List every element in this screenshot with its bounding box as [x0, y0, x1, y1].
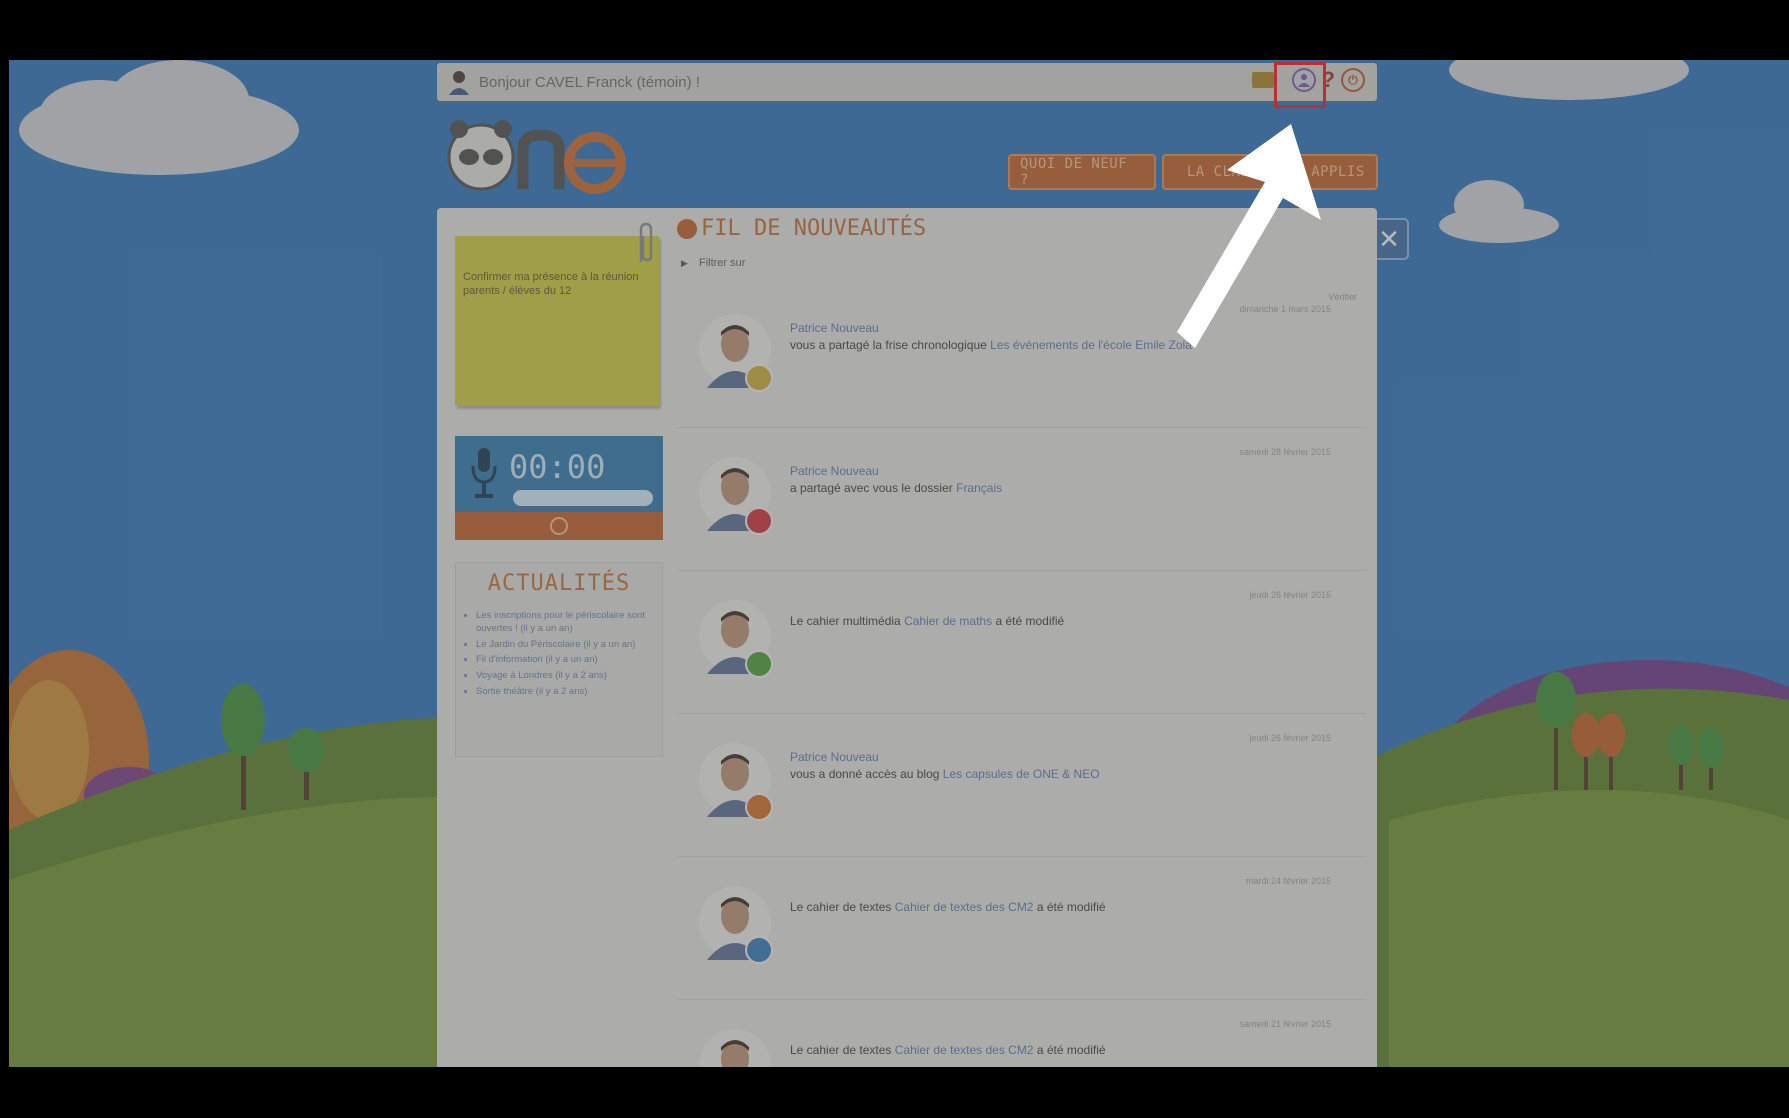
feed-item-author[interactable]: Patrice Nouveau — [790, 321, 879, 335]
news-item[interactable]: Les inscriptions pour le périscolaire so… — [476, 610, 656, 636]
highlight-frame — [1274, 62, 1326, 108]
feed-item-text: Le cahier multimédia Cahier de maths a é… — [790, 614, 1064, 628]
user-bar: Bonjour CAVEL Franck (témoin) ! ? ⏻ — [437, 63, 1377, 101]
recorder-progress — [513, 490, 653, 506]
recorder-display: 00:00 — [455, 436, 663, 512]
feed-item[interactable]: samedi 28 février 2015 Patrice Nouveau a p… — [677, 439, 1367, 571]
feed-item-action: vous a donné accès au blog — [790, 767, 940, 781]
feed-item-action: Le cahier de textes — [790, 1043, 892, 1057]
recorder-time: 00:00 — [509, 448, 606, 486]
feed-item-suffix: a été modifié — [1036, 900, 1106, 914]
audio-recorder: 00:00 — [455, 436, 663, 542]
avatar[interactable] — [697, 312, 777, 392]
feed-title: FIL DE NOUVEAUTÉS — [701, 216, 927, 241]
letterbox-bottom — [0, 1067, 1789, 1118]
avatar[interactable] — [697, 598, 777, 678]
recorder-controls — [455, 512, 663, 540]
logout-icon[interactable]: ⏻ — [1341, 68, 1365, 92]
feed-item-link[interactable]: Les capsules de ONE & NEO — [943, 767, 1100, 781]
feed-item[interactable]: jeudi 26 février 2015 Patrice Nouveau vous… — [677, 725, 1367, 857]
feed-item-action: a partagé avec vous le dossier — [790, 481, 953, 495]
feed-item-link[interactable]: Cahier de maths — [904, 614, 992, 628]
feed-item-text: a partagé avec vous le dossier Français — [790, 481, 1002, 495]
letterbox-left — [0, 0, 9, 1118]
avatar[interactable] — [697, 741, 777, 821]
app-viewport: Bonjour CAVEL Franck (témoin) ! ? ⏻ QUOI… — [9, 60, 1789, 1067]
feed-item-suffix: a été modifié — [1036, 1043, 1106, 1057]
letterbox-top — [0, 0, 1789, 60]
postit-note[interactable]: Confirmer ma présence à la réunion paren… — [455, 222, 659, 406]
feed-item-text: vous a partagé la frise chronologique Le… — [790, 338, 1192, 352]
record-button[interactable] — [550, 517, 568, 535]
feed-item-suffix: a été modifié — [995, 614, 1065, 628]
feed-icon — [677, 218, 697, 239]
greeting-text: Bonjour CAVEL Franck (témoin) ! — [479, 73, 700, 91]
filter-label: Filtrer sur — [698, 257, 746, 269]
avatar[interactable] — [697, 884, 777, 964]
feed-item-link[interactable]: Cahier de textes des CM2 — [895, 1043, 1034, 1057]
avatar[interactable] — [697, 455, 777, 535]
feed-item-date: samedi 21 février 2015 — [1239, 1019, 1331, 1029]
news-item[interactable]: Voyage à Londres (il y a 2 ans) — [476, 670, 656, 683]
feed-item[interactable]: mardi 24 février 2015 Le cahier de textes… — [677, 868, 1367, 1000]
one-logo[interactable] — [445, 115, 635, 195]
user-icon — [447, 69, 471, 95]
feed-item-date: jeudi 26 février 2015 — [1249, 733, 1331, 743]
feed-item-date: samedi 28 février 2015 — [1239, 447, 1331, 457]
feed-item-text: vous a donné accès au blog Les capsules … — [790, 767, 1100, 781]
microphone-icon[interactable] — [469, 446, 499, 502]
arrow-pointer — [1177, 124, 1321, 348]
news-title: ACTUALITÉS — [487, 571, 631, 596]
feed-item[interactable]: jeudi 26 février 2015 Le cahier multimédi… — [677, 582, 1367, 714]
feed-item-text: Le cahier de textes Cahier de textes des… — [790, 1043, 1106, 1057]
feed-item-action: vous a partagé la frise chronologique — [790, 338, 987, 352]
feed-item-action: Le cahier de textes — [790, 900, 892, 914]
feed-item-date: mardi 24 février 2015 — [1245, 876, 1331, 886]
feed-item-date: jeudi 26 février 2015 — [1249, 590, 1331, 600]
news-list: Les inscriptions pour le périscolaire so… — [462, 610, 656, 699]
paperclip-icon — [639, 222, 653, 262]
feed-item[interactable]: samedi 21 février 2015 Le cahier de texte… — [677, 1011, 1367, 1067]
feed-item-link[interactable]: Les événements de l'école Emile Zola — [990, 338, 1192, 352]
triangle-right-icon: ▶ — [681, 258, 688, 268]
mail-icon[interactable] — [1251, 72, 1274, 88]
avatar[interactable] — [697, 1027, 777, 1067]
news-item[interactable]: Le Jardin du Périscolaire (il y a un an) — [476, 639, 656, 652]
postit-text: Confirmer ma présence à la réunion paren… — [463, 271, 639, 298]
feed-item-link[interactable]: Français — [956, 481, 1002, 495]
news-widget: ACTUALITÉS Les inscriptions pour le péri… — [455, 562, 663, 757]
feed-item-text: Le cahier de textes Cahier de textes des… — [790, 900, 1106, 914]
news-item[interactable]: Fil d'information (il y a un an) — [476, 654, 656, 667]
feed-item-author[interactable]: Patrice Nouveau — [790, 750, 879, 764]
news-item[interactable]: Sortie théâtre (il y a 2 ans) — [476, 686, 656, 699]
feed-item-action: Le cahier multimédia — [790, 614, 901, 628]
nav-quoi-de-neuf[interactable]: QUOI DE NEUF ? — [1008, 154, 1156, 190]
feed-item-author[interactable]: Patrice Nouveau — [790, 464, 879, 478]
feed-item-link[interactable]: Cahier de textes des CM2 — [895, 900, 1034, 914]
